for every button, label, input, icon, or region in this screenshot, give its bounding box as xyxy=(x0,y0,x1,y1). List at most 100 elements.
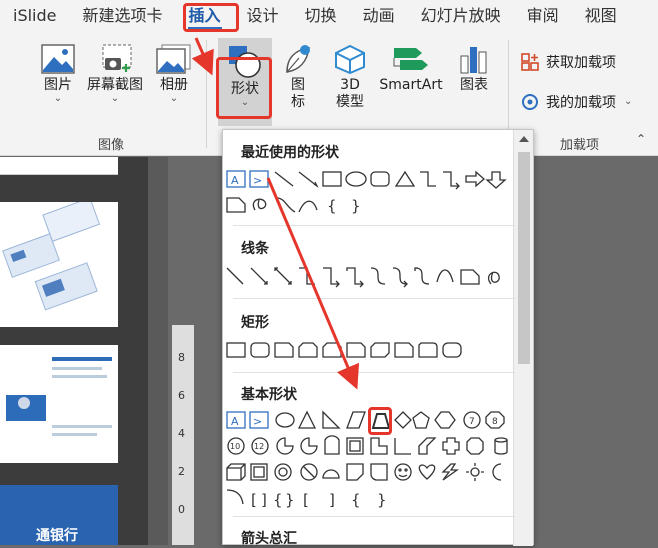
get-addins-button[interactable]: 获取加载项 xyxy=(520,52,616,72)
scroll-thumb[interactable] xyxy=(518,152,530,364)
section-divider xyxy=(233,372,515,373)
chart-label: 图表 xyxy=(460,77,488,93)
icons-label-2: 标 xyxy=(291,94,305,110)
addin-grid-icon xyxy=(521,53,539,71)
svg-text:}: } xyxy=(377,491,387,509)
slide-thumbnail[interactable] xyxy=(0,197,118,327)
svg-text:A: A xyxy=(231,174,239,187)
slide-thumbnail-text: 通银行 xyxy=(36,528,78,544)
picture-label: 图片 xyxy=(44,77,72,93)
svg-text:]: ] xyxy=(261,491,267,509)
tab-view[interactable]: 视图 xyxy=(572,0,630,32)
section-divider xyxy=(233,516,515,517)
rectangles-icons[interactable] xyxy=(225,340,515,362)
smartart-label: SmartArt xyxy=(379,77,443,93)
arrows-heading: 箭头总汇 xyxy=(241,531,297,547)
ribbon-tabs: iSlide 新建选项卡 插入 设计 切换 动画 幻灯片放映 审阅 视图 xyxy=(0,0,658,32)
svg-text:[: [ xyxy=(303,491,309,509)
recent-shapes-heading: 最近使用的形状 xyxy=(241,145,339,161)
slide-preview-image xyxy=(2,197,101,311)
smartart-button[interactable]: SmartArt xyxy=(376,44,446,94)
ruler-label: 6 xyxy=(178,389,185,402)
shapes-dropdown: 最近使用的形状 A > {} 线条 矩形 基本形状 A > 7 8 10 12 … xyxy=(222,129,534,547)
chart-button[interactable]: 图表 xyxy=(452,44,496,94)
dropdown-scrollbar[interactable] xyxy=(513,130,533,546)
svg-text:{: { xyxy=(327,197,337,215)
tab-new-tab[interactable]: 新建选项卡 xyxy=(70,0,176,32)
svg-text:[: [ xyxy=(251,491,257,509)
svg-text:{: { xyxy=(273,491,283,509)
recent-shapes-row[interactable]: A > {} xyxy=(225,170,515,215)
addins-group-label: 加载项 xyxy=(560,138,600,153)
lines-row[interactable] xyxy=(225,266,515,288)
chevron-down-icon: ⌄ xyxy=(110,93,120,104)
chevron-down-icon[interactable]: ⌄ xyxy=(624,97,632,107)
icons-label-1: 图 xyxy=(291,77,305,93)
section-divider xyxy=(233,298,515,299)
thumbnail-scrollbar[interactable] xyxy=(148,157,168,545)
basic-shapes-heading: 基本形状 xyxy=(241,387,297,403)
album-icon xyxy=(156,44,191,74)
svg-text:8: 8 xyxy=(492,417,498,427)
3d-label-1: 3D xyxy=(340,77,360,93)
ruler-label: 2 xyxy=(178,465,185,478)
ruler-label: 4 xyxy=(178,427,185,440)
album-button[interactable]: 相册 ⌄ xyxy=(152,44,196,104)
icons-icon xyxy=(286,45,310,73)
slide-thumbnail-pane[interactable]: 通银行 xyxy=(0,157,148,545)
shapes-button-highlight xyxy=(216,57,272,119)
screenshot-button[interactable]: 屏幕截图 ⌄ xyxy=(84,44,146,104)
tab-animations[interactable]: 动画 xyxy=(350,0,408,32)
group-divider xyxy=(206,40,207,148)
rectangles-row[interactable] xyxy=(225,340,515,362)
rectangles-heading: 矩形 xyxy=(241,315,269,331)
insert-tab-highlight xyxy=(183,3,239,32)
tab-review[interactable]: 审阅 xyxy=(514,0,572,32)
svg-text:]: ] xyxy=(329,491,335,509)
svg-text:}: } xyxy=(351,197,361,215)
lines-heading: 线条 xyxy=(241,241,269,257)
screenshot-label: 屏幕截图 xyxy=(87,77,143,93)
vertical-ruler: 8 6 4 2 0 xyxy=(172,325,194,545)
tab-transitions[interactable]: 切换 xyxy=(292,0,350,32)
3d-model-button[interactable]: 3D 模型 xyxy=(328,44,372,111)
slide-thumbnail[interactable]: 通银行 xyxy=(0,485,118,545)
picture-icon xyxy=(41,44,75,74)
svg-text:7: 7 xyxy=(469,417,475,427)
tab-islide[interactable]: iSlide xyxy=(0,0,70,32)
collapse-ribbon-icon[interactable]: ⌃ xyxy=(636,132,646,146)
my-addins-button[interactable]: 我的加载项 ⌄ xyxy=(520,92,632,112)
svg-text:12: 12 xyxy=(254,442,264,451)
scroll-up-icon[interactable] xyxy=(519,136,529,142)
svg-text:10: 10 xyxy=(230,442,240,451)
svg-text:A: A xyxy=(231,415,239,428)
chevron-down-icon: ⌄ xyxy=(169,93,179,104)
slide-thumbnail[interactable] xyxy=(0,345,118,463)
ruler-label: 0 xyxy=(178,503,185,516)
tab-slideshow[interactable]: 幻灯片放映 xyxy=(408,0,514,32)
section-divider xyxy=(233,225,515,226)
addin-icon xyxy=(522,94,538,110)
svg-text:>: > xyxy=(253,415,262,428)
recent-shapes-icons[interactable]: A > {} xyxy=(225,170,515,216)
svg-text:>: > xyxy=(253,174,262,187)
cube-icon xyxy=(335,44,365,74)
ruler-label: 8 xyxy=(178,351,185,364)
album-label: 相册 xyxy=(160,77,188,93)
images-group-label: 图像 xyxy=(98,138,125,153)
get-addins-label: 获取加载项 xyxy=(546,55,616,71)
screenshot-icon xyxy=(102,44,132,72)
chevron-down-icon: ⌄ xyxy=(53,93,63,104)
slide-preview-image xyxy=(6,357,112,436)
trapezoid-shape-highlight[interactable] xyxy=(368,407,392,435)
svg-text:}: } xyxy=(285,491,295,509)
svg-text:{: { xyxy=(351,491,361,509)
chart-icon xyxy=(460,47,487,74)
smartart-icon xyxy=(393,48,428,70)
lines-icons[interactable] xyxy=(225,266,515,288)
tab-design[interactable]: 设计 xyxy=(234,0,292,32)
3d-label-2: 模型 xyxy=(336,94,364,110)
icons-button[interactable]: 图 标 xyxy=(278,44,318,111)
picture-button[interactable]: 图片 ⌄ xyxy=(36,44,80,104)
slide-thumbnail[interactable] xyxy=(0,157,118,175)
